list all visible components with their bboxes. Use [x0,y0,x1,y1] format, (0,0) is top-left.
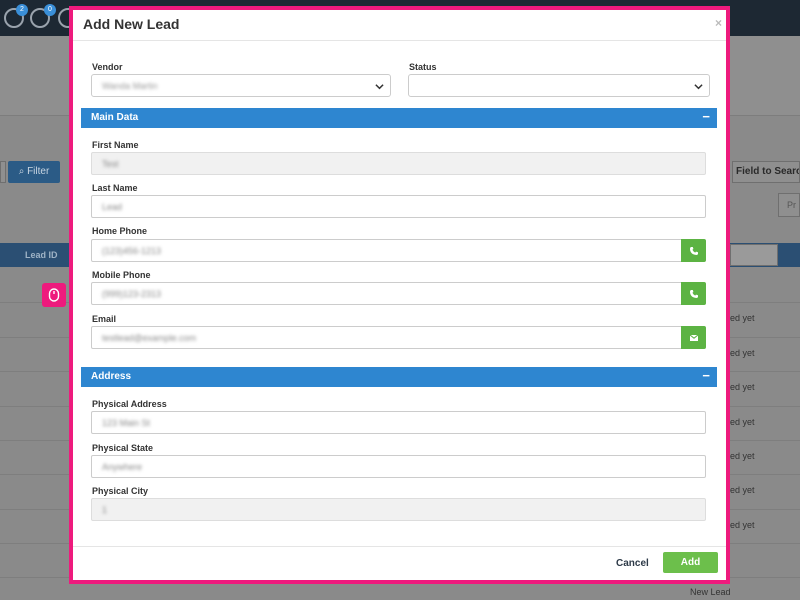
physical-city-value: 1 [102,505,108,515]
modal-title: Add New Lead [83,16,180,32]
row-status: ed yet [730,485,755,495]
mobile-phone-label: Mobile Phone [92,270,151,280]
close-icon[interactable]: × [715,16,722,30]
home-phone-label: Home Phone [92,226,148,236]
mobile-phone-value: (999)123-2313 [102,289,162,299]
first-name-value: Test [102,159,119,169]
collapse-icon[interactable]: − [702,368,710,383]
row-status: ed yet [730,382,755,392]
row-status: ed yet [730,348,755,358]
collapse-icon[interactable]: − [702,109,710,124]
cancel-button[interactable]: Cancel [616,558,649,569]
row-status-new-lead: New Lead [690,587,731,597]
section-address[interactable]: Address − [81,367,717,387]
phone-icon [689,246,698,255]
call-home-phone-button[interactable] [681,239,706,262]
add-lead-modal: Add New Lead × Vendor Wanda Martin Statu… [69,6,730,584]
add-button[interactable]: Add [663,552,718,573]
row-status: ed yet [730,313,755,323]
vendor-select[interactable]: Wanda Martin [91,74,391,97]
physical-address-value: 123 Main St [102,418,151,428]
home-phone-value: (123)456-1213 [102,246,162,256]
modal-header: Add New Lead × [73,10,726,41]
status-label: Status [409,62,437,72]
filter-button-label: Filter [27,166,50,177]
first-name-field[interactable]: Test [91,152,706,175]
filter-input-edge [0,161,6,183]
pr-control: Pr [778,193,800,217]
status-select[interactable] [408,74,710,97]
physical-address-label: Physical Address [92,399,167,409]
physical-state-value: Anywhere [102,462,143,472]
last-name-value: Lead [102,202,123,212]
phone-icon [689,289,698,298]
physical-state-label: Physical State [92,443,154,453]
section-main-data-title: Main Data [91,112,139,123]
first-name-label: First Name [92,140,139,150]
email-label: Email [92,314,117,324]
chevron-down-icon [375,84,384,90]
header-select [730,244,778,266]
section-main-data[interactable]: Main Data − [81,108,717,128]
row-status: ed yet [730,417,755,427]
row-status: ed yet [730,520,755,530]
modal-footer: Cancel Add [73,546,726,580]
lead-id-header: Lead ID [25,250,58,260]
vendor-select-value: Wanda Martin [102,81,158,91]
envelope-icon [689,334,698,341]
field-to-search-select: Field to Search [732,161,800,183]
vendor-label: Vendor [92,62,123,72]
physical-city-field[interactable]: 1 [91,498,706,521]
home-phone-field[interactable]: (123)456-1213 [91,239,682,262]
row-status: ed yet [730,451,755,461]
physical-state-field[interactable]: Anywhere [91,455,706,478]
last-name-field[interactable]: Lead [91,195,706,218]
send-email-button[interactable] [681,326,706,349]
chat-badge: 2 [16,4,28,16]
chevron-down-icon [694,84,703,90]
mouse-icon[interactable] [42,283,66,307]
mobile-phone-field[interactable]: (999)123-2313 [91,282,682,305]
email-value: testlead@example.com [102,333,197,343]
section-address-title: Address [91,371,132,382]
mouse-icon-glyph [48,288,60,302]
mail-badge: 0 [44,4,56,16]
email-field[interactable]: testlead@example.com [91,326,682,349]
call-mobile-phone-button[interactable] [681,282,706,305]
physical-address-field[interactable]: 123 Main St [91,411,706,434]
last-name-label: Last Name [92,183,138,193]
physical-city-label: Physical City [92,486,149,496]
filter-button: ⌕ Filter [8,161,60,183]
